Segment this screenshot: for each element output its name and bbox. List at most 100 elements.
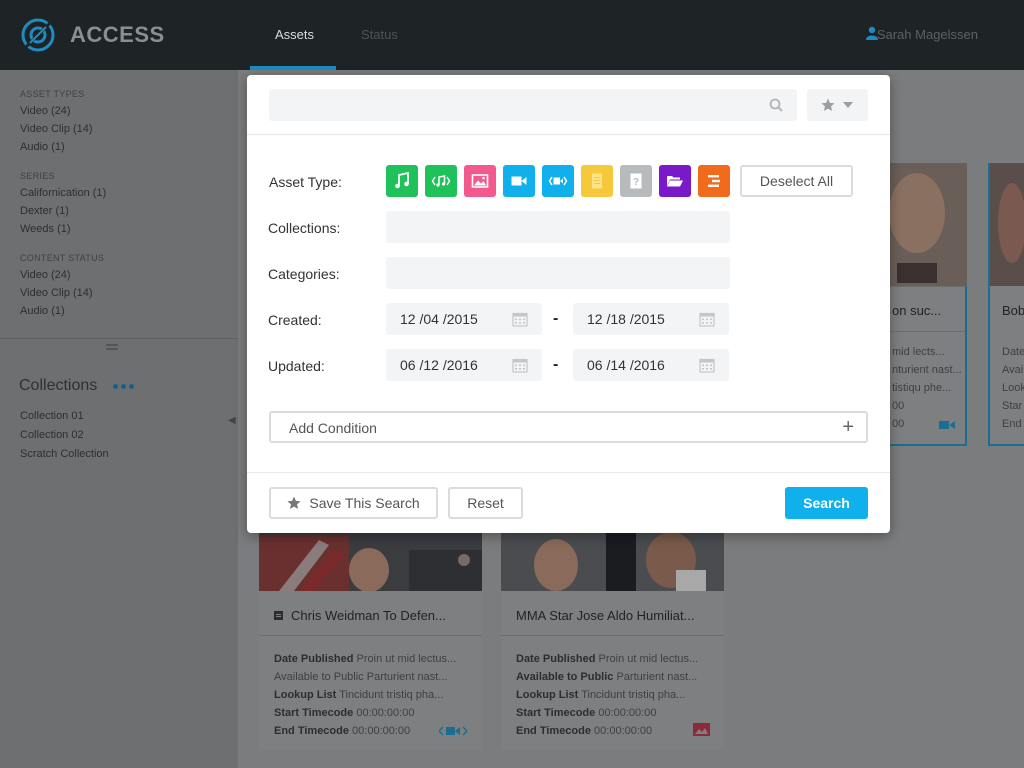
card-title[interactable]: Chris Weidman To Defen... xyxy=(291,608,481,623)
more-options-icon[interactable] xyxy=(113,384,137,389)
image-icon xyxy=(693,723,710,736)
sidebar: ASSET TYPES Video (24) Video Clip (14) A… xyxy=(0,70,238,768)
date-range-separator: - xyxy=(553,310,559,327)
asset-type-audio-clip-button[interactable] xyxy=(425,165,457,197)
updated-label: Updated: xyxy=(268,358,325,374)
star-icon xyxy=(287,496,301,509)
chevron-down-icon xyxy=(843,102,853,108)
asset-type-unknown-button[interactable]: ? xyxy=(620,165,652,197)
date-value: 06 /14 /2016 xyxy=(587,357,665,373)
filter-item[interactable]: Dexter (1) xyxy=(20,205,69,217)
card-meta-end: End Timecode 00:00:00:00 xyxy=(516,725,653,737)
card-meta-available: Available to Public Parturient nast... xyxy=(516,671,698,683)
card-meta-start: Start Timecode 00:00:00:00 xyxy=(274,707,415,719)
asset-type-document-button[interactable] xyxy=(581,165,613,197)
filter-item[interactable]: Video Clip (14) xyxy=(20,287,93,299)
video-clip-icon xyxy=(439,726,467,736)
card-title: Bob xyxy=(1002,303,1024,318)
card-meta-end: End Timecode 00:00:00:00 xyxy=(274,725,411,737)
filter-item[interactable]: Californication (1) xyxy=(20,187,106,199)
add-condition-button[interactable]: Add Condition + xyxy=(269,411,868,443)
card-meta: Look xyxy=(1002,382,1024,394)
reset-button[interactable]: Reset xyxy=(448,487,523,519)
card-meta: tistiqu phe... xyxy=(892,382,952,394)
created-to-date[interactable]: 12 /18 /2015 xyxy=(573,303,729,335)
collections-field[interactable] xyxy=(386,211,730,243)
video-icon xyxy=(511,176,527,186)
card-meta-available: Available to Public Parturient nast... xyxy=(274,671,448,683)
save-search-button[interactable]: Save This Search xyxy=(269,487,438,519)
card-meta: Date xyxy=(1002,346,1024,358)
audio-clip-icon xyxy=(431,175,451,187)
music-icon xyxy=(395,172,409,189)
card-meta: End xyxy=(1002,418,1022,430)
search-input[interactable] xyxy=(269,89,797,121)
categories-field[interactable] xyxy=(386,257,730,289)
folder-icon xyxy=(667,176,683,187)
collection-item[interactable]: Collection 01 xyxy=(20,410,84,422)
collapse-sidebar-icon[interactable]: ◀ xyxy=(228,415,236,426)
filter-heading-content-status: CONTENT STATUS xyxy=(20,253,105,263)
updated-to-date[interactable]: 06 /14 /2016 xyxy=(573,349,729,381)
image-icon xyxy=(471,174,489,188)
date-value: 06 /12 /2016 xyxy=(400,357,478,373)
date-value: 12 /18 /2015 xyxy=(587,311,665,327)
advanced-search-dialog: Asset Type: ? Deselect All Collections: … xyxy=(247,75,890,533)
collection-item[interactable]: Collection 02 xyxy=(20,429,84,441)
user-name[interactable]: Sarah Magelssen xyxy=(877,27,978,42)
card-title[interactable]: MMA Star Jose Aldo Humiliat... xyxy=(516,608,721,623)
asset-card[interactable]: Chris Weidman To Defen... Date Published… xyxy=(259,530,482,750)
resize-handle[interactable] xyxy=(106,344,118,350)
filter-item[interactable]: Video (24) xyxy=(20,105,71,117)
filter-heading-series: SERIES xyxy=(20,171,55,181)
updated-from-date[interactable]: 06 /12 /2016 xyxy=(386,349,542,381)
asset-type-folder-button[interactable] xyxy=(659,165,691,197)
filter-item[interactable]: Audio (1) xyxy=(20,305,65,317)
calendar-icon[interactable] xyxy=(699,311,715,327)
calendar-icon[interactable] xyxy=(512,357,528,373)
save-search-label: Save This Search xyxy=(309,495,420,511)
collections-title: Collections xyxy=(19,377,98,394)
thumbnail-image xyxy=(990,163,1024,286)
tab-status[interactable]: Status xyxy=(361,27,398,42)
search-icon[interactable] xyxy=(769,98,783,112)
card-meta: nturient nast... xyxy=(892,364,962,376)
card-meta: 00 xyxy=(892,400,905,412)
card-meta: 00 xyxy=(892,418,905,430)
card-separator xyxy=(259,635,482,636)
thumbnail-image xyxy=(501,530,724,591)
card-meta-lookup: Lookup List Tincidunt tristiq pha... xyxy=(516,689,686,701)
filter-item[interactable]: Video Clip (14) xyxy=(20,123,93,135)
deselect-all-button[interactable]: Deselect All xyxy=(740,165,853,197)
video-clip-icon xyxy=(548,176,568,186)
asset-type-image-button[interactable] xyxy=(464,165,496,197)
filter-item[interactable]: Weeds (1) xyxy=(20,223,71,235)
card-meta: Avai xyxy=(1002,364,1024,376)
created-from-date[interactable]: 12 /04 /2015 xyxy=(386,303,542,335)
card-separator xyxy=(501,635,724,636)
collection-item[interactable]: Scratch Collection xyxy=(20,448,109,460)
top-navigation-bar: ACCESS Assets Status Sarah Magelssen xyxy=(0,0,1024,70)
app-name: ACCESS xyxy=(70,22,165,47)
card-meta: mid lects... xyxy=(892,346,945,358)
tab-assets[interactable]: Assets xyxy=(275,27,314,42)
asset-type-video-button[interactable] xyxy=(503,165,535,197)
calendar-icon[interactable] xyxy=(512,311,528,327)
access-logo-icon xyxy=(21,18,55,52)
asset-card[interactable]: MMA Star Jose Aldo Humiliat... Date Publ… xyxy=(501,530,724,750)
asset-type-music-button[interactable] xyxy=(386,165,418,197)
date-value: 12 /04 /2015 xyxy=(400,311,478,327)
video-icon xyxy=(939,421,955,429)
filter-item[interactable]: Video (24) xyxy=(20,269,71,281)
svg-text:?: ? xyxy=(633,177,639,188)
filter-item[interactable]: Audio (1) xyxy=(20,141,65,153)
calendar-icon[interactable] xyxy=(699,357,715,373)
asset-card[interactable]: Bob Date Avai Look Star End xyxy=(988,163,1024,446)
timeline-icon xyxy=(708,175,720,187)
asset-type-video-clip-button[interactable] xyxy=(542,165,574,197)
card-meta-date-published: Date Published Proin ut mid lectus... xyxy=(274,653,457,665)
asset-type-timeline-button[interactable] xyxy=(698,165,730,197)
saved-searches-dropdown[interactable] xyxy=(807,89,868,121)
search-button[interactable]: Search xyxy=(785,487,868,519)
document-icon xyxy=(592,173,602,189)
